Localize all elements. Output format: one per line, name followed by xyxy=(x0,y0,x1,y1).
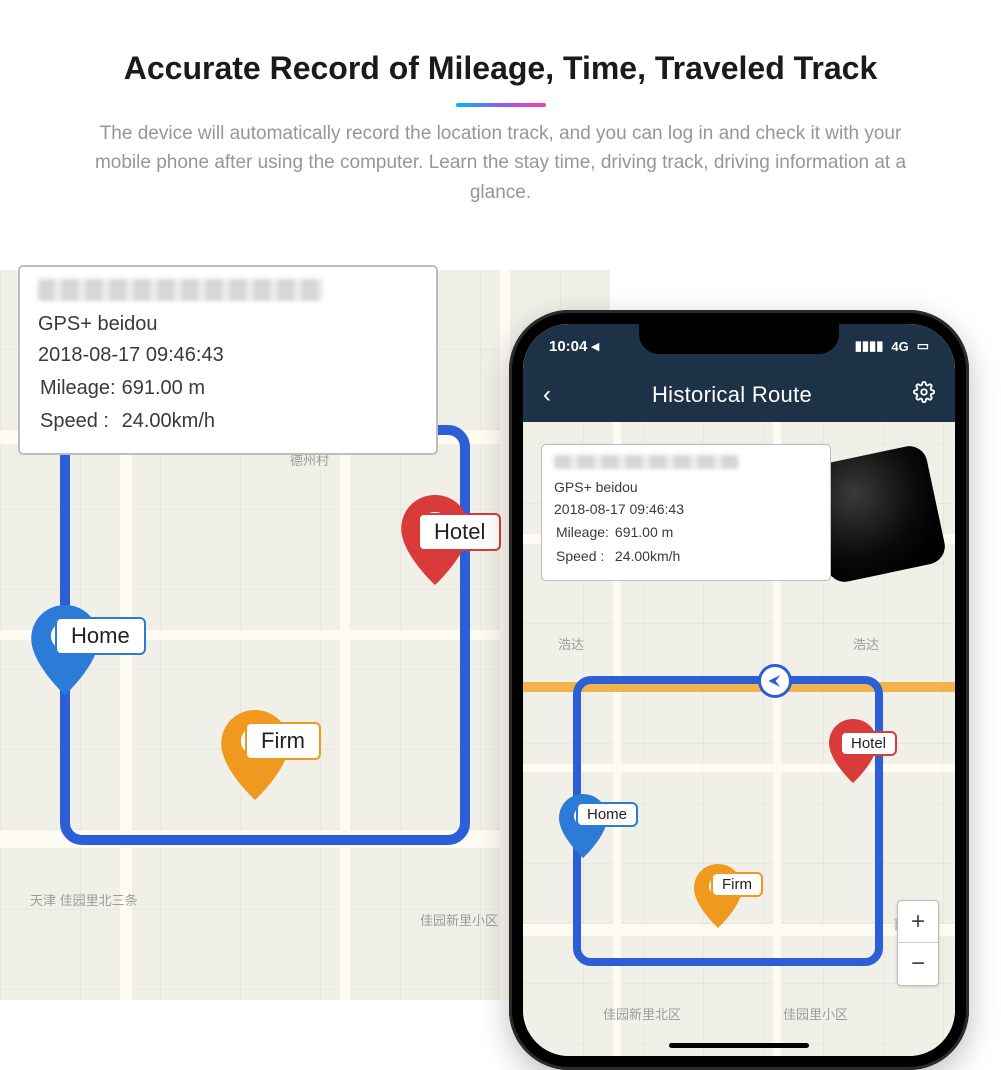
track-info-popup: GPS+ beidou 2018-08-17 09:46:43 Mileage:… xyxy=(541,444,831,581)
status-indicators: ▮▮▮▮ 4G ▭ xyxy=(855,338,929,354)
pin-hotel[interactable]: Hotel xyxy=(828,719,878,783)
zoom-in-button[interactable]: + xyxy=(898,901,938,943)
phone-screen: 龙仓村 南仓村 浩达 浩达 喜悦村 佳园新里北区 佳园里小区 GPS+ beid… xyxy=(523,324,955,1056)
status-time: 10:04 ◂ xyxy=(549,337,599,355)
back-button[interactable]: ‹ xyxy=(543,381,551,409)
pin-label: Home xyxy=(576,802,638,827)
gradient-divider xyxy=(456,103,546,107)
pin-label: Hotel xyxy=(418,513,501,551)
track-info-popup: GPS+ beidou 2018-08-17 09:46:43 Mileage:… xyxy=(18,265,438,455)
map-place-label: 天津 佳园里北三条 xyxy=(30,890,138,909)
map-place-label: 佳园新里北区 xyxy=(603,1004,681,1023)
marketing-header: Accurate Record of Mileage, Time, Travel… xyxy=(0,0,1001,207)
home-indicator xyxy=(669,1043,809,1048)
page-title: Accurate Record of Mileage, Time, Travel… xyxy=(0,50,1001,87)
network-label: 4G xyxy=(891,339,908,354)
zoom-control: + − xyxy=(897,900,939,986)
info-table: Mileage:691.00 m Speed :24.00km/h xyxy=(554,520,682,569)
pin-home[interactable]: Home xyxy=(30,605,100,695)
redacted-line xyxy=(554,455,739,469)
app-nav-bar: ‹ Historical Route xyxy=(523,368,955,422)
pin-label: Firm xyxy=(245,722,321,760)
signal-icon: ▮▮▮▮ xyxy=(855,338,884,354)
pin-label: Hotel xyxy=(840,731,897,756)
pin-firm[interactable]: Firm xyxy=(693,864,743,928)
info-timestamp: 2018-08-17 09:46:43 xyxy=(38,340,418,371)
map-place-label: 佳园里小区 xyxy=(783,1004,848,1023)
map-place-label: 佳园新里小区 xyxy=(420,910,498,929)
pin-home[interactable]: Home xyxy=(558,794,608,858)
zoom-out-button[interactable]: − xyxy=(898,943,938,985)
phone-mockup: 龙仓村 南仓村 浩达 浩达 喜悦村 佳园新里北区 佳园里小区 GPS+ beid… xyxy=(509,310,969,1070)
map-place-label: 浩达 xyxy=(558,634,584,653)
redacted-line xyxy=(38,279,323,301)
pin-label: Firm xyxy=(711,872,763,897)
info-timestamp: 2018-08-17 09:46:43 xyxy=(554,499,818,521)
pin-firm[interactable]: Firm xyxy=(220,710,290,800)
info-source: GPS+ beidou xyxy=(554,477,818,499)
info-source: GPS+ beidou xyxy=(38,309,418,340)
page-description: The device will automatically record the… xyxy=(71,119,931,207)
phone-notch xyxy=(639,324,839,354)
map-place-label: 浩达 xyxy=(853,634,879,653)
settings-button[interactable] xyxy=(913,381,935,410)
pin-label: Home xyxy=(55,617,146,655)
pin-hotel[interactable]: Hotel xyxy=(400,495,470,585)
info-table: Mileage:691.00 m Speed :24.00km/h xyxy=(38,371,217,439)
current-position-icon xyxy=(758,664,792,698)
screen-title: Historical Route xyxy=(652,382,812,408)
battery-icon: ▭ xyxy=(917,338,929,354)
